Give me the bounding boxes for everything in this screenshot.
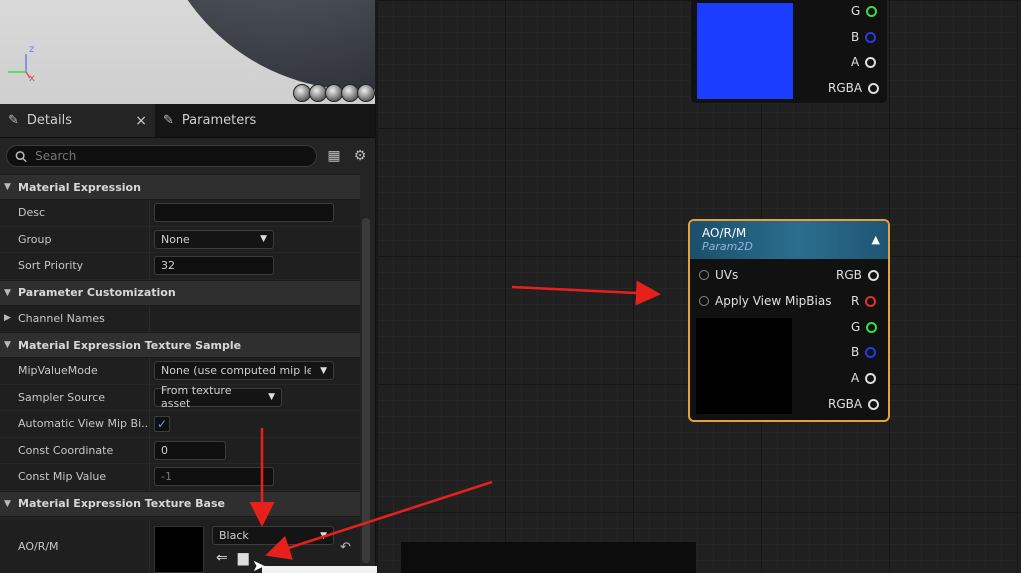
annotation-arrows xyxy=(249,280,661,560)
